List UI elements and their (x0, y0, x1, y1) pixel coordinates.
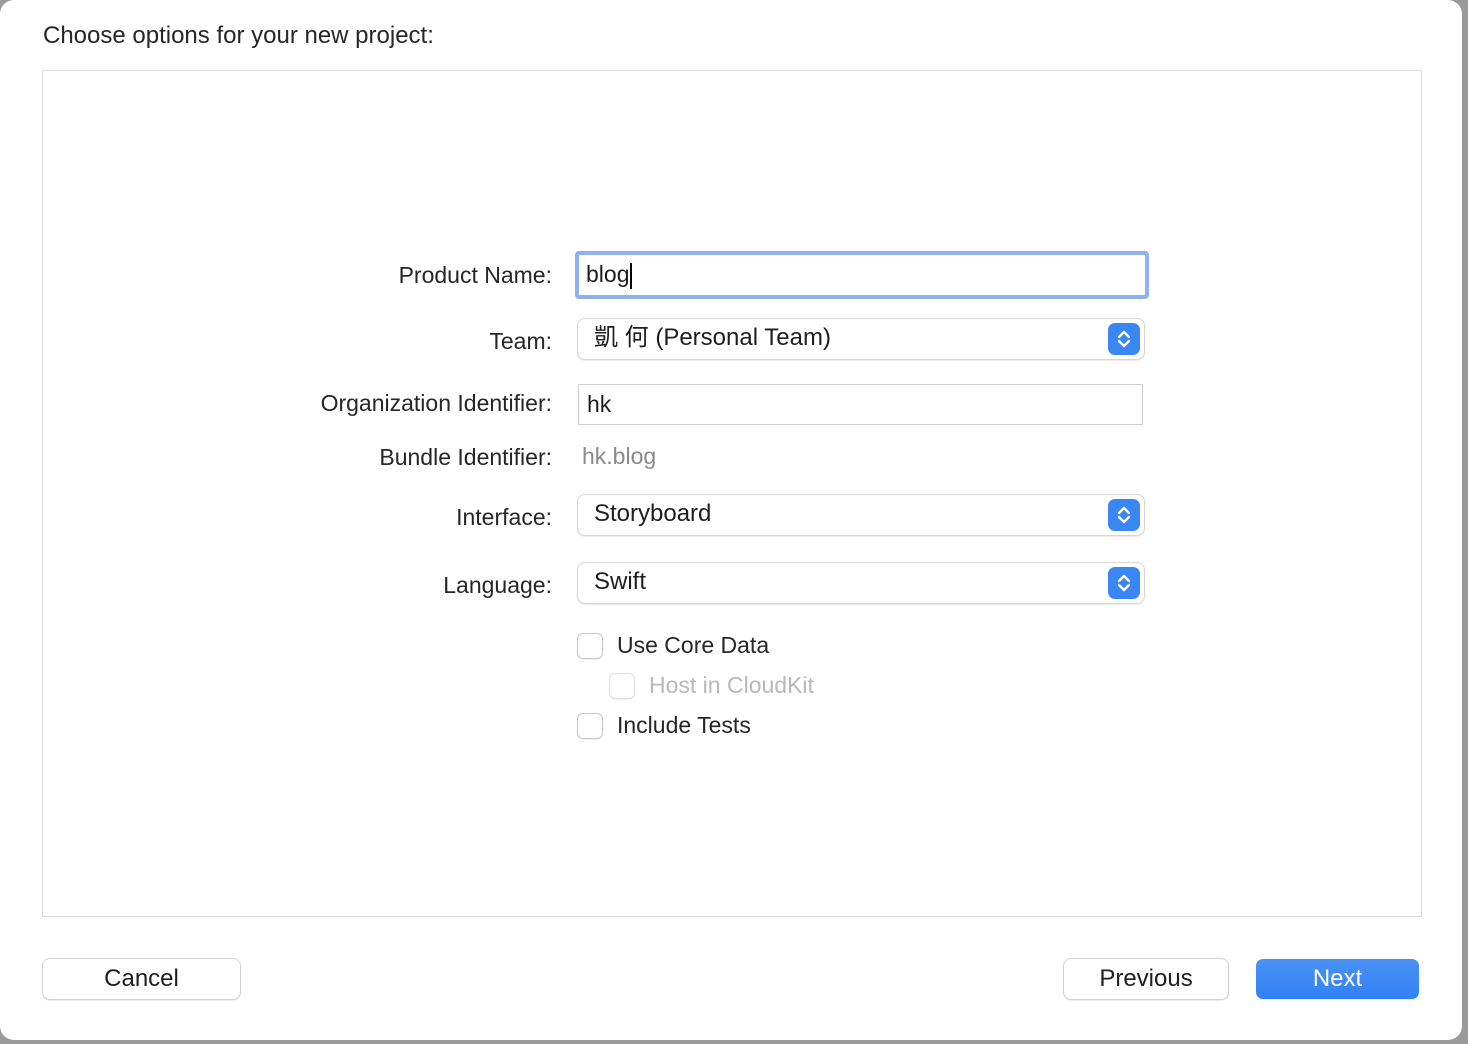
text-caret (630, 262, 633, 289)
new-project-dialog: Choose options for your new project: Pro… (0, 0, 1462, 1040)
interface-value: Storyboard (594, 500, 712, 527)
organization-identifier-input[interactable]: hk (578, 384, 1143, 425)
interface-label: Interface: (456, 504, 552, 530)
organization-identifier-value: hk (587, 391, 612, 417)
language-label: Language: (443, 572, 552, 598)
bundle-identifier-label: Bundle Identifier: (379, 444, 552, 470)
options-panel (42, 70, 1422, 917)
team-value: 凱 何 (Personal Team) (594, 324, 831, 351)
checkbox-box (609, 672, 635, 699)
use-core-data-checkbox[interactable]: Use Core Data (577, 632, 769, 659)
chevron-up-down-icon (1108, 567, 1140, 599)
host-in-cloudkit-label: Host in CloudKit (649, 672, 814, 698)
organization-identifier-label: Organization Identifier: (320, 390, 552, 416)
use-core-data-label: Use Core Data (617, 632, 770, 658)
bundle-identifier-value: hk.blog (582, 443, 657, 469)
host-in-cloudkit-checkbox: Host in CloudKit (609, 672, 814, 699)
next-button[interactable]: Next (1256, 959, 1419, 999)
product-name-label: Product Name: (398, 262, 552, 288)
dialog-title: Choose options for your new project: (43, 22, 434, 49)
language-popup[interactable]: Swift (578, 563, 1144, 603)
include-tests-label: Include Tests (617, 712, 751, 738)
chevron-up-down-icon (1108, 499, 1140, 531)
team-label: Team: (489, 328, 552, 354)
product-name-input[interactable]: blog (575, 251, 1149, 299)
language-value: Swift (594, 568, 647, 595)
include-tests-checkbox[interactable]: Include Tests (577, 712, 751, 739)
cancel-button[interactable]: Cancel (43, 959, 240, 999)
checkbox-box[interactable] (577, 712, 603, 739)
chevron-up-down-icon (1108, 323, 1140, 355)
interface-popup[interactable]: Storyboard (578, 495, 1144, 535)
team-popup[interactable]: 凱 何 (Personal Team) (578, 319, 1144, 359)
product-name-value: blog (586, 261, 630, 287)
checkbox-box[interactable] (577, 632, 603, 659)
previous-button[interactable]: Previous (1064, 959, 1228, 999)
